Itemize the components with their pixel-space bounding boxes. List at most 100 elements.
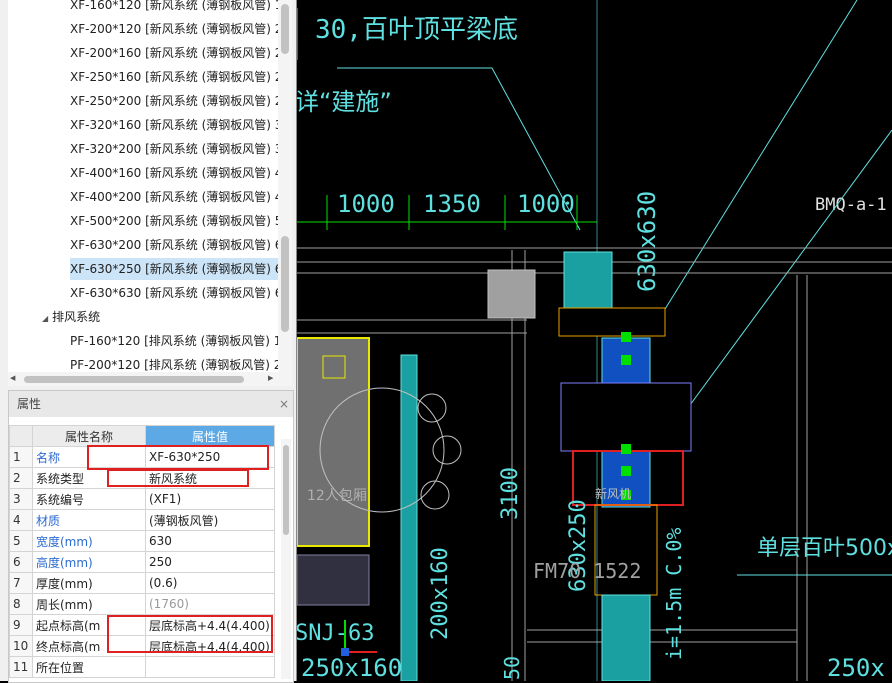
tree-scroll-thumb-lower[interactable] <box>281 236 289 332</box>
tree-item[interactable]: XF-160*120 [新风系统 (薄钢板风管) 1 <box>70 0 278 16</box>
tree-vertical-scrollbar[interactable] <box>278 0 292 372</box>
tree-item-label: XF-250*200 [新风系统 (薄钢板风管) 2 <box>70 94 278 108</box>
expand-triangle-icon[interactable]: ◢ <box>42 308 48 330</box>
scroll-left-icon[interactable]: ◀ <box>10 374 15 382</box>
left-panel: XF-160*120 [新风系统 (薄钢板风管) 1 XF-200*120 [新风… <box>0 0 297 683</box>
tree-sub-item-label: PF-160*120 [排风系统 (薄钢板风管) 1( <box>70 334 278 348</box>
duct-label-250x: 250x <box>827 654 885 681</box>
scroll-right-icon[interactable]: ▶ <box>268 374 273 382</box>
property-name: 宽度(mm) <box>32 530 146 552</box>
tree-horizontal-scrollbar[interactable]: ◀ ▶ <box>8 372 292 386</box>
tree-sub-item[interactable]: PF-160*120 [排风系统 (薄钢板风管) 1( <box>70 330 278 352</box>
property-name: 高度(mm) <box>32 551 146 573</box>
property-index: 8 <box>9 593 33 615</box>
tree-category-exhaust[interactable]: ◢ 排风系统 <box>42 306 100 328</box>
yellow-room[interactable] <box>297 337 370 547</box>
tree-item-label: XF-250*160 [新风系统 (薄钢板风管) 2 <box>70 70 278 84</box>
fm-label: FM70 1522 <box>533 559 641 583</box>
node-2[interactable] <box>621 355 631 365</box>
tree-sub-item[interactable]: PF-200*120 [排风系统 (薄钢板风管) 2( <box>70 354 278 372</box>
tree-hscroll-thumb[interactable] <box>24 376 244 383</box>
property-row[interactable]: 3 系统编号 (XF1) <box>9 488 275 510</box>
louver-label: 单层百叶500x320 <box>757 536 892 561</box>
tree-category-label: 排风系统 <box>52 310 101 324</box>
property-row[interactable]: 5 宽度(mm) 630 <box>9 530 275 552</box>
node-3[interactable] <box>621 444 631 454</box>
node-1[interactable] <box>621 332 631 342</box>
property-value[interactable]: (薄钢板风管) <box>145 509 275 531</box>
tree-item[interactable]: XF-630*630 [新风系统 (薄钢板风管) 6 <box>70 282 278 304</box>
tree-item[interactable]: XF-200*160 [新风系统 (薄钢板风管) 2 <box>70 42 278 64</box>
property-index: 5 <box>9 530 33 552</box>
duct-label-200x160: 200x160 <box>428 547 453 640</box>
tree-item-label: XF-400*160 [新风系统 (薄钢板风管) 4 <box>70 166 278 180</box>
tree-item-label: XF-630*200 [新风系统 (薄钢板风管) 6 <box>70 238 278 252</box>
duct-lower[interactable] <box>601 594 651 681</box>
properties-title: 属性 × <box>9 391 293 417</box>
gray-equipment <box>487 269 536 319</box>
tree-item-label: XF-200*160 [新风系统 (薄钢板风管) 2 <box>70 46 278 60</box>
property-index: 7 <box>9 572 33 594</box>
properties-panel: 属性 × 属性名称 属性值 1 名称 XF-630*250 2 系统类型 新风系统 3 系统编… <box>8 390 294 683</box>
properties-header-row: 属性名称 属性值 <box>9 425 275 447</box>
property-value[interactable]: (1760) <box>145 593 275 615</box>
cad-text-top: 30,百叶顶平梁底 <box>315 15 518 45</box>
dim-1000-a: 1000 <box>337 190 395 218</box>
property-index: 1 <box>9 446 33 468</box>
tree-item[interactable]: XF-630*250 [新风系统 (薄钢板风管) 6 <box>70 258 278 280</box>
tree-item-label: XF-500*200 [新风系统 (薄钢板风管) 5 <box>70 214 278 228</box>
duct-630x630[interactable] <box>563 251 613 309</box>
property-row[interactable]: 4 材质 (薄钢板风管) <box>9 509 275 531</box>
tree-item[interactable]: XF-400*160 [新风系统 (薄钢板风管) 4 <box>70 162 278 184</box>
tree-item[interactable]: XF-250*200 [新风系统 (薄钢板风管) 2 <box>70 90 278 112</box>
duct-tree: XF-160*120 [新风系统 (薄钢板风管) 1 XF-200*120 [新风… <box>8 0 278 372</box>
highlight-system-type <box>107 469 249 487</box>
duct-label-250x160: 250x160 <box>301 654 402 681</box>
property-value[interactable]: 250 <box>145 551 275 573</box>
property-value[interactable]: (0.6) <box>145 572 275 594</box>
close-icon[interactable]: × <box>279 391 289 417</box>
property-name: 厚度(mm) <box>32 572 146 594</box>
cyan-vertical-duct[interactable] <box>400 354 418 681</box>
dim-1000-b: 1000 <box>517 190 575 218</box>
tree-item[interactable]: XF-200*120 [新风系统 (薄钢板风管) 2 <box>70 18 278 40</box>
tree-item-label: XF-320*200 [新风系统 (薄钢板风管) 3 <box>70 142 278 156</box>
highlight-elevations <box>107 615 273 653</box>
property-row[interactable]: 11 所在位置 <box>9 656 275 678</box>
cad-drawing[interactable]: 30,百叶顶平梁底 详“建施” 1000 1350 1000 630x630 B… <box>297 0 892 681</box>
property-index: 9 <box>9 614 33 636</box>
tree-item[interactable]: XF-500*200 [新风系统 (薄钢板风管) 5 <box>70 210 278 232</box>
dim-3100: 3100 <box>498 467 523 520</box>
properties-scrollbar[interactable] <box>281 439 291 679</box>
property-row[interactable]: 6 高度(mm) 250 <box>9 551 275 573</box>
dim-50: 50 <box>500 656 524 680</box>
property-value-header: 属性值 <box>145 425 275 447</box>
property-value[interactable] <box>145 656 275 678</box>
property-index: 11 <box>9 656 33 678</box>
property-index: 2 <box>9 467 33 489</box>
tree-item-label: XF-320*160 [新风系统 (薄钢板风管) 3 <box>70 118 278 132</box>
equipment-box <box>297 554 370 606</box>
tree-item[interactable]: XF-630*200 [新风系统 (薄钢板风管) 6 <box>70 234 278 256</box>
property-row[interactable]: 7 厚度(mm) (0.6) <box>9 572 275 594</box>
property-row[interactable]: 8 周长(mm) (1760) <box>9 593 275 615</box>
property-value[interactable]: (XF1) <box>145 488 275 510</box>
tree-item-label: XF-630*250 [新风系统 (薄钢板风管) 6 <box>70 262 278 276</box>
node-4[interactable] <box>621 466 631 476</box>
property-name: 周长(mm) <box>32 593 146 615</box>
properties-scroll-thumb[interactable] <box>283 445 289 535</box>
tree-item[interactable]: XF-320*200 [新风系统 (薄钢板风管) 3 <box>70 138 278 160</box>
dim-1350: 1350 <box>423 190 481 218</box>
duct-fitting-orange <box>558 307 666 337</box>
tree-item[interactable]: XF-320*160 [新风系统 (薄钢板风管) 3 <box>70 114 278 136</box>
property-index: 6 <box>9 551 33 573</box>
ucs-origin-icon <box>341 648 349 656</box>
tree-scroll-thumb[interactable] <box>281 4 289 54</box>
tree-item-label: XF-200*120 [新风系统 (薄钢板风管) 2 <box>70 22 278 36</box>
tree-item-label: XF-400*200 [新风系统 (薄钢板风管) 4 <box>70 190 278 204</box>
tree-item[interactable]: XF-400*200 [新风系统 (薄钢板风管) 4 <box>70 186 278 208</box>
duct-box-purple <box>560 382 692 452</box>
tree-item-label: XF-630*630 [新风系统 (薄钢板风管) 6 <box>70 286 278 300</box>
tree-item[interactable]: XF-250*160 [新风系统 (薄钢板风管) 2 <box>70 66 278 88</box>
property-value[interactable]: 630 <box>145 530 275 552</box>
